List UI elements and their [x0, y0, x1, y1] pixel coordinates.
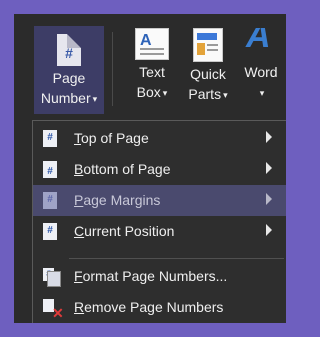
chevron-right-icon: [266, 193, 272, 205]
menu-item-bottom-of-page[interactable]: # Bottom of Page: [33, 154, 286, 185]
chevron-right-icon: [266, 224, 272, 236]
wordart-icon: A: [246, 28, 271, 55]
page-number-button[interactable]: # Page Number ▾: [34, 26, 104, 114]
page-number-icon: #: [57, 34, 81, 66]
chevron-right-icon: [266, 162, 272, 174]
menu-item-label: Remove Page Numbers: [74, 299, 224, 315]
chevron-right-icon: [266, 131, 272, 143]
current-position-icon: #: [43, 223, 57, 240]
ribbon-insert-header-footer-group: # Page Number ▾ A Text Box ▾ Quick Parts ▾: [14, 14, 286, 118]
page-number-label-line1: Page: [52, 70, 86, 86]
menu-separator: [69, 258, 284, 259]
menu-item-page-margins[interactable]: # Page Margins: [33, 185, 286, 216]
quick-parts-button[interactable]: Quick Parts ▾: [180, 28, 236, 105]
quick-parts-label-line2: Parts ▾: [188, 86, 228, 102]
menu-item-label: Format Page Numbers...: [74, 268, 228, 284]
word-ribbon-window: # Page Number ▾ A Text Box ▾ Quick Parts ▾: [14, 14, 286, 323]
text-box-label-line2: Box ▾: [136, 84, 168, 100]
page-top-icon: #: [43, 130, 57, 147]
ribbon-separator: [112, 32, 113, 106]
wordart-button[interactable]: A Word ▾: [236, 28, 286, 103]
page-number-label-line2: Number ▾: [40, 90, 98, 106]
wordart-label: Word: [244, 64, 278, 80]
menu-item-label: Current Position: [74, 223, 175, 239]
chevron-down-icon: ▾: [162, 88, 168, 98]
quick-parts-label-line1: Quick: [190, 66, 226, 82]
page-margins-icon: #: [43, 192, 57, 209]
page-number-dropdown-menu: # Top of Page # Bottom of Page # Page Ma…: [32, 120, 286, 323]
wordart-dropdown: ▾: [236, 82, 286, 103]
page-bottom-icon: #: [43, 161, 57, 178]
text-box-label-line1: Text: [139, 64, 165, 80]
text-box-button[interactable]: A Text Box ▾: [124, 28, 180, 103]
menu-item-label: Top of Page: [74, 130, 149, 146]
menu-item-label: Page Margins: [74, 192, 161, 208]
red-x-icon: ✕: [52, 305, 64, 321]
menu-item-format-page-numbers[interactable]: # Format Page Numbers...: [33, 261, 286, 292]
menu-item-remove-page-numbers[interactable]: ✕ Remove Page Numbers: [33, 292, 286, 323]
menu-item-label: Bottom of Page: [74, 161, 171, 177]
text-box-icon: A: [135, 28, 169, 60]
menu-item-current-position[interactable]: # Current Position: [33, 216, 286, 247]
menu-item-top-of-page[interactable]: # Top of Page: [33, 123, 286, 154]
quick-parts-icon: [193, 28, 223, 62]
chevron-down-icon: ▾: [259, 88, 265, 98]
chevron-down-icon: ▾: [223, 90, 228, 100]
chevron-down-icon: ▾: [92, 94, 98, 104]
